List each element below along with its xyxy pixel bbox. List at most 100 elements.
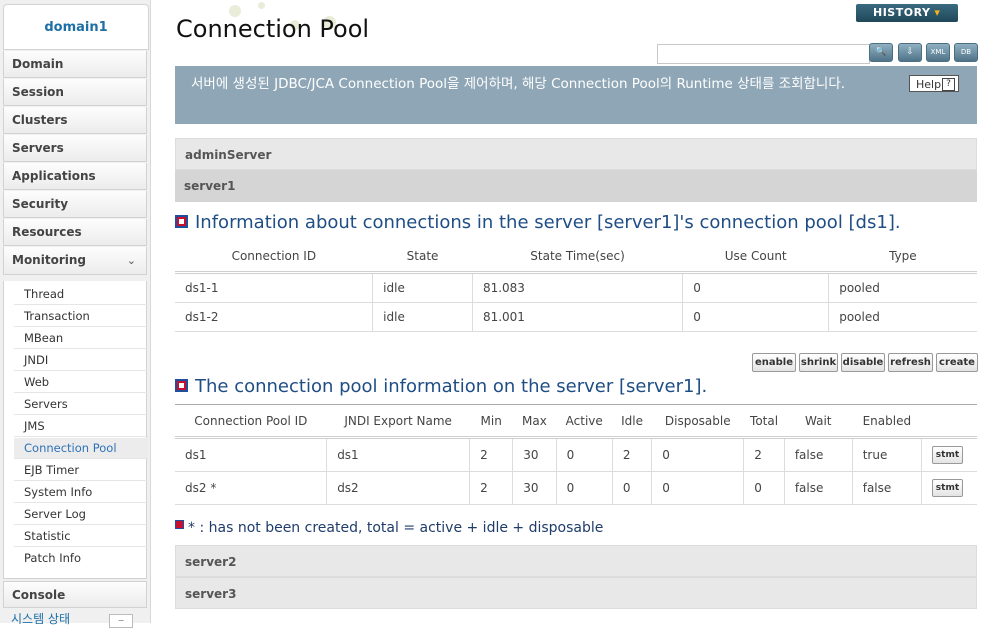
cell: 0 — [612, 471, 653, 505]
server-row-adminserver[interactable]: adminServer — [175, 138, 977, 170]
cell: 2 — [469, 437, 514, 472]
connections-section-title: Information about connections in the ser… — [175, 212, 901, 233]
connections-table: Connection ID State State Time(sec) Use … — [175, 240, 977, 332]
cell: ds1 — [175, 437, 328, 472]
cell: pooled — [828, 302, 977, 332]
help-button[interactable]: Help ? — [909, 75, 959, 92]
table-row: ds1-2 idle 81.001 0 pooled — [175, 302, 977, 332]
sub-connection-pool[interactable]: Connection Pool — [14, 438, 148, 459]
note-star: * — [188, 520, 195, 536]
monitoring-submenu: Thread Transaction MBean JNDI Web Server… — [3, 281, 148, 579]
domain-link[interactable]: domain1 — [3, 4, 149, 50]
table-row: ds1-1 idle 81.083 0 pooled — [175, 272, 977, 303]
cell: ds2 — [326, 471, 471, 505]
col-wait: Wait — [784, 404, 853, 439]
cell: 0 — [682, 302, 830, 332]
nav-session[interactable]: Session — [3, 79, 147, 106]
cell: 0 — [651, 471, 745, 505]
cell: pooled — [828, 272, 977, 303]
cell: 0 — [743, 471, 785, 505]
sub-server-log[interactable]: Server Log — [14, 504, 148, 525]
server-row-server3[interactable]: server3 — [175, 577, 977, 609]
section-bullet-icon — [175, 215, 188, 228]
stmt-button[interactable]: stmt — [931, 479, 963, 497]
col-min: Min — [469, 404, 513, 439]
db-icon[interactable]: DB — [954, 43, 978, 62]
col-state: State — [372, 240, 473, 274]
nav-console[interactable]: Console — [3, 581, 147, 608]
enable-button[interactable]: enable — [752, 353, 796, 372]
note-text: : has not been created, total = active +… — [199, 520, 604, 536]
connections-title-text: Information about connections in the ser… — [195, 212, 901, 233]
nav-applications[interactable]: Applications — [3, 163, 147, 190]
col-max: Max — [512, 404, 557, 439]
sub-statistic[interactable]: Statistic — [14, 526, 148, 547]
col-jndi-name: JNDI Export Name — [326, 404, 470, 439]
cell: 30 — [512, 471, 557, 505]
col-enabled: Enabled — [852, 404, 922, 439]
cell: idle — [372, 272, 473, 303]
sub-jndi[interactable]: JNDI — [14, 350, 148, 371]
sub-mbean[interactable]: MBean — [14, 328, 148, 349]
cell: 0 — [651, 437, 745, 472]
cell: 0 — [556, 471, 613, 505]
note-bullet-icon — [175, 520, 184, 529]
shrink-button[interactable]: shrink — [799, 353, 838, 372]
disable-button[interactable]: disable — [841, 353, 885, 372]
nav-resources[interactable]: Resources — [3, 219, 147, 246]
xml-icon[interactable]: XML — [926, 43, 950, 62]
cell: true — [852, 437, 922, 472]
export-icon[interactable]: ⇩ — [898, 43, 922, 62]
section-bullet-icon — [175, 379, 188, 392]
sub-ejb-timer[interactable]: EJB Timer — [14, 460, 148, 481]
cell: ds2 * — [175, 471, 328, 505]
cell: stmt — [921, 471, 977, 505]
cell: false — [852, 471, 922, 505]
history-label: HISTORY — [873, 6, 931, 19]
description-banner: 서버에 생성된 JDBC/JCA Connection Pool을 제어하며, … — [175, 66, 977, 124]
sub-web[interactable]: Web — [14, 372, 148, 393]
cell: false — [784, 437, 853, 472]
server-row-server1[interactable]: server1 — [175, 170, 977, 202]
nav-security[interactable]: Security — [3, 191, 147, 218]
stmt-button[interactable]: stmt — [931, 446, 963, 464]
search-input[interactable] — [657, 44, 870, 64]
col-actions — [921, 404, 977, 439]
cell: 2 — [469, 471, 514, 505]
sub-system-info[interactable]: System Info — [14, 482, 148, 503]
sidebar: domain1 Domain Session Clusters Servers … — [0, 0, 151, 628]
table-row: ds2 * ds2 2 30 0 0 0 0 false false stmt — [175, 471, 977, 505]
nav-domain[interactable]: Domain — [3, 51, 147, 78]
sub-patch-info[interactable]: Patch Info — [14, 548, 148, 569]
cell: 0 — [556, 437, 613, 472]
chevron-down-icon: ▾ — [934, 6, 941, 19]
sub-servers[interactable]: Servers — [14, 394, 148, 415]
col-state-time: State Time(sec) — [472, 240, 683, 274]
table-row: ds1 ds1 2 30 0 2 0 2 false true stmt — [175, 437, 977, 472]
col-pool-id: Connection Pool ID — [175, 404, 327, 439]
col-use-count: Use Count — [682, 240, 829, 274]
system-status-link[interactable]: 시스템 상태 − — [3, 609, 147, 629]
col-active: Active — [556, 404, 613, 439]
cell: ds1-1 — [175, 272, 374, 303]
sub-jms[interactable]: JMS — [14, 416, 148, 437]
search-icon[interactable]: 🔍 — [869, 43, 893, 62]
refresh-button[interactable]: refresh — [888, 353, 933, 372]
col-total: Total — [743, 404, 785, 439]
cell: 81.001 — [472, 302, 684, 332]
create-button[interactable]: create — [936, 353, 978, 372]
history-button[interactable]: HISTORY ▾ — [856, 4, 958, 22]
toggle-icon[interactable]: − — [109, 614, 133, 628]
cell: stmt — [921, 437, 977, 472]
nav-monitoring[interactable]: Monitoring ⌄ — [3, 247, 147, 275]
question-icon: ? — [942, 78, 955, 91]
sub-thread[interactable]: Thread — [14, 284, 148, 305]
pools-title-text: The connection pool information on the s… — [195, 376, 708, 397]
nav-servers[interactable]: Servers — [3, 135, 147, 162]
sub-transaction[interactable]: Transaction — [14, 306, 148, 327]
cell: false — [784, 471, 853, 505]
chevron-down-icon: ⌄ — [126, 254, 136, 267]
server-row-server2[interactable]: server2 — [175, 545, 977, 577]
cell: 81.083 — [472, 272, 684, 303]
nav-clusters[interactable]: Clusters — [3, 107, 147, 134]
